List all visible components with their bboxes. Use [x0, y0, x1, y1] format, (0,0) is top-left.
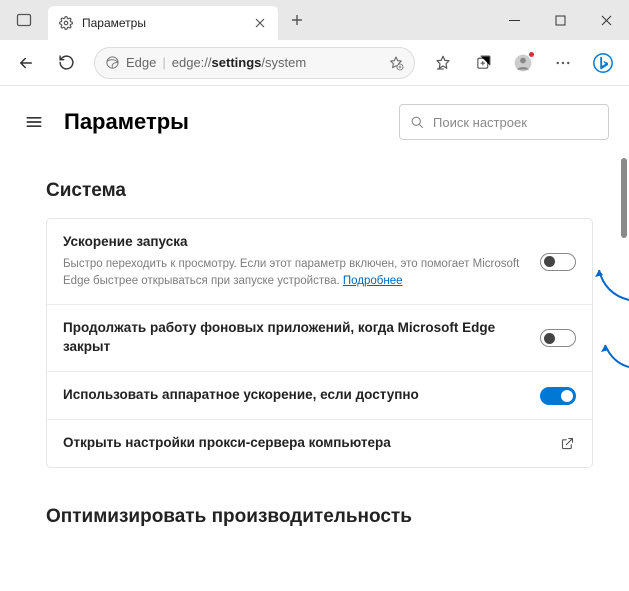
plus-icon: [291, 14, 303, 26]
row-hardware-accel: Использовать аппаратное ускорение, если …: [47, 372, 592, 420]
page-title: Параметры: [64, 109, 383, 135]
address-bar[interactable]: Edge|edge://settings/system: [94, 47, 415, 79]
new-tab-button[interactable]: [282, 5, 312, 35]
bing-icon: [592, 52, 614, 74]
nav-refresh[interactable]: [48, 45, 84, 81]
notification-dot-icon: [528, 51, 535, 58]
edge-icon: [105, 55, 120, 70]
gear-icon: [58, 15, 74, 31]
bing-button[interactable]: [585, 45, 621, 81]
close-icon: [601, 15, 612, 26]
tab-settings[interactable]: Параметры: [48, 6, 278, 40]
ellipsis-icon: [554, 54, 572, 72]
window-minimize[interactable]: [491, 0, 537, 40]
collections-button[interactable]: [465, 45, 501, 81]
learn-more-link[interactable]: Подробнее: [343, 275, 403, 287]
address-text: Edge|edge://settings/system: [126, 55, 388, 70]
tab-actions-button[interactable]: [6, 2, 42, 38]
star-icon: [434, 54, 452, 72]
scrollbar[interactable]: [621, 88, 627, 589]
toggle-startup-boost[interactable]: [540, 253, 576, 271]
search-placeholder: Поиск настроек: [433, 115, 527, 130]
toggle-background-apps[interactable]: [540, 329, 576, 347]
minimize-icon: [509, 15, 520, 26]
menu-toggle-button[interactable]: [20, 108, 48, 136]
toggle-hardware-accel[interactable]: [540, 387, 576, 405]
tab-title: Параметры: [82, 16, 252, 30]
profile-button[interactable]: [505, 45, 541, 81]
external-link-icon: [558, 435, 576, 453]
collections-icon: [475, 54, 492, 71]
row-title: Продолжать работу фоновых приложений, ко…: [63, 319, 526, 357]
system-card: Ускорение запуска Быстро переходить к пр…: [46, 218, 593, 468]
row-title: Открыть настройки прокси-сервера компьют…: [63, 434, 544, 453]
row-open-proxy[interactable]: Открыть настройки прокси-сервера компьют…: [47, 420, 592, 467]
close-icon: [255, 18, 265, 28]
section-title-optimize: Оптимизировать производительность: [46, 506, 593, 528]
search-icon: [410, 115, 425, 130]
window-close[interactable]: [583, 0, 629, 40]
more-button[interactable]: [545, 45, 581, 81]
hamburger-icon: [24, 112, 44, 132]
arrow-left-icon: [17, 54, 35, 72]
tab-close-button[interactable]: [252, 15, 268, 31]
star-plus-icon: [388, 55, 404, 71]
maximize-icon: [555, 15, 566, 26]
reload-icon: [58, 54, 75, 71]
window-maximize[interactable]: [537, 0, 583, 40]
row-title: Использовать аппаратное ускорение, если …: [63, 386, 526, 405]
nav-back[interactable]: [8, 45, 44, 81]
row-background-apps: Продолжать работу фоновых приложений, ко…: [47, 305, 592, 372]
settings-search-input[interactable]: Поиск настроек: [399, 104, 609, 140]
row-description: Быстро переходить к просмотру. Если этот…: [63, 256, 526, 291]
tab-grid-icon: [16, 12, 32, 28]
favorites-button[interactable]: [425, 45, 461, 81]
section-title-system: Система: [46, 180, 593, 202]
row-title: Ускорение запуска: [63, 233, 526, 252]
scroll-thumb[interactable]: [621, 158, 627, 238]
favorite-add-button[interactable]: [388, 55, 404, 71]
row-startup-boost: Ускорение запуска Быстро переходить к пр…: [47, 219, 592, 305]
